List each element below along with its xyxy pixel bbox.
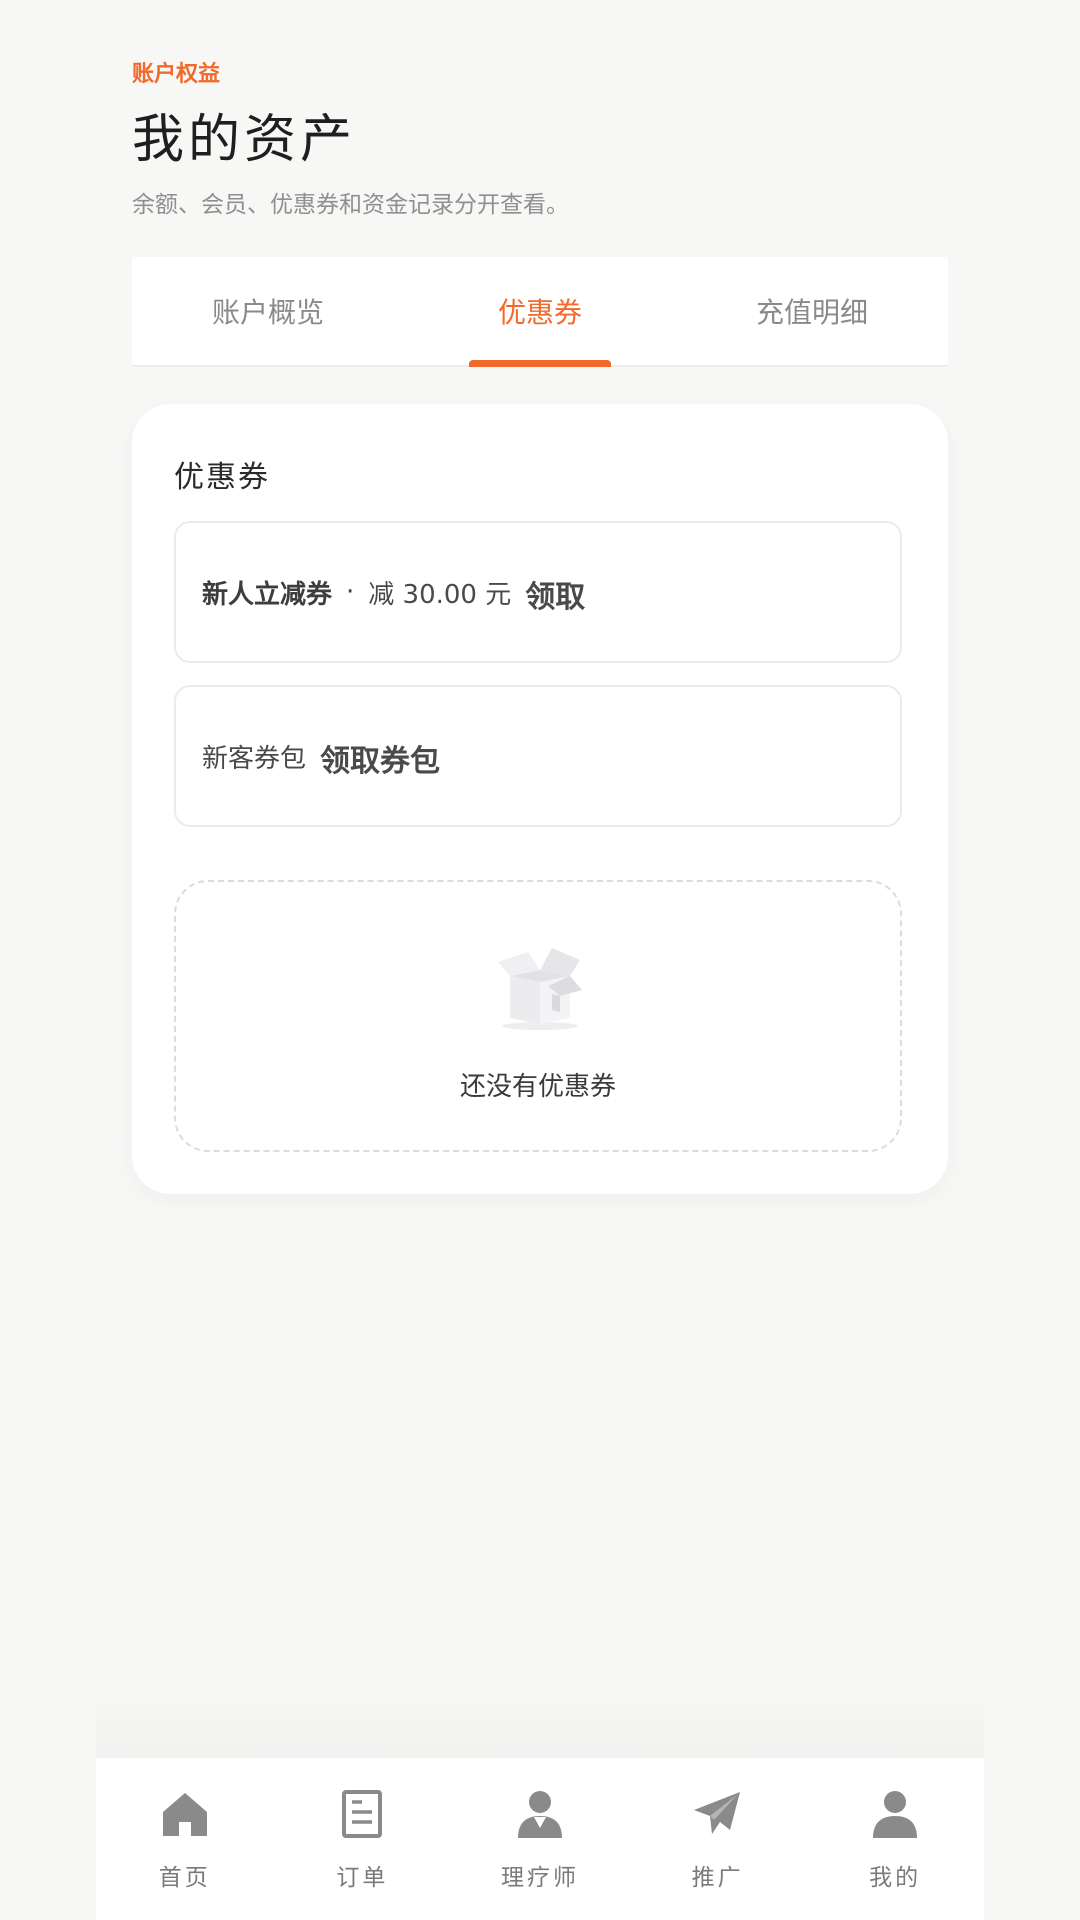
tab-coupons[interactable]: 优惠券 — [404, 257, 676, 367]
page-title: 我的资产 — [132, 110, 357, 170]
nav-item-profile[interactable]: 我的 — [806, 1758, 984, 1920]
coupon-empty-state: 还没有优惠券 — [174, 880, 902, 1152]
nav-item-home[interactable]: 首页 — [96, 1758, 274, 1920]
page-subtitle: 余额、会员、优惠券和资金记录分开查看。 — [132, 192, 569, 218]
coupon-item-new-user: 新人立减券 · 减 30.00 元 领取 — [174, 521, 902, 663]
section-eyebrow: 账户权益 — [132, 62, 221, 87]
tab-recharge-details[interactable]: 充值明细 — [676, 257, 948, 365]
coupon-section-title: 优惠券 — [174, 460, 270, 495]
coupon-card: 优惠券 新人立减券 · 减 30.00 元 领取 新客券包 领取券包 还没有优惠… — [132, 404, 948, 1194]
tab-label: 充值明细 — [755, 296, 868, 329]
nav-item-orders[interactable]: 订单 — [274, 1758, 452, 1920]
active-tab-indicator — [469, 360, 611, 367]
nav-label: 订单 — [336, 1865, 389, 1891]
tab-account-overview[interactable]: 账户概览 — [132, 257, 404, 365]
nav-label: 理疗师 — [500, 1865, 579, 1891]
claim-coupon-button[interactable]: 领取 — [525, 568, 585, 616]
bottom-navigation: 首页 订单 理疗师 推广 我的 — [96, 1758, 984, 1920]
therapist-person-icon — [517, 1791, 562, 1838]
page-header: 账户权益 我的资产 余额、会员、优惠券和资金记录分开查看。 — [132, 58, 948, 222]
nav-item-therapists[interactable]: 理疗师 — [451, 1758, 629, 1920]
coupon-name: 新客券包 — [202, 743, 307, 774]
user-profile-icon — [873, 1791, 918, 1838]
order-document-icon — [342, 1790, 383, 1838]
tab-label: 优惠券 — [497, 296, 582, 329]
empty-state-text: 还没有优惠券 — [459, 1072, 616, 1102]
coupon-item-new-customer-pack: 新客券包 领取券包 — [174, 685, 902, 827]
nav-label: 我的 — [869, 1865, 922, 1891]
coupon-name: 新人立减券 — [202, 579, 333, 610]
empty-box-icon — [498, 948, 582, 1030]
nav-item-promotion[interactable]: 推广 — [629, 1758, 807, 1920]
nav-label: 首页 — [158, 1865, 211, 1891]
home-icon — [162, 1793, 207, 1836]
claim-coupon-pack-button[interactable]: 领取券包 — [320, 732, 440, 780]
bottom-nav-shadow — [96, 1690, 984, 1758]
paper-plane-icon — [693, 1792, 740, 1834]
coupon-separator: · — [346, 577, 355, 607]
coupon-amount: 减 30.00 元 — [368, 579, 512, 610]
asset-tabs: 账户概览 优惠券 充值明细 — [132, 257, 948, 367]
tab-label: 账户概览 — [211, 296, 324, 329]
nav-label: 推广 — [691, 1865, 744, 1891]
